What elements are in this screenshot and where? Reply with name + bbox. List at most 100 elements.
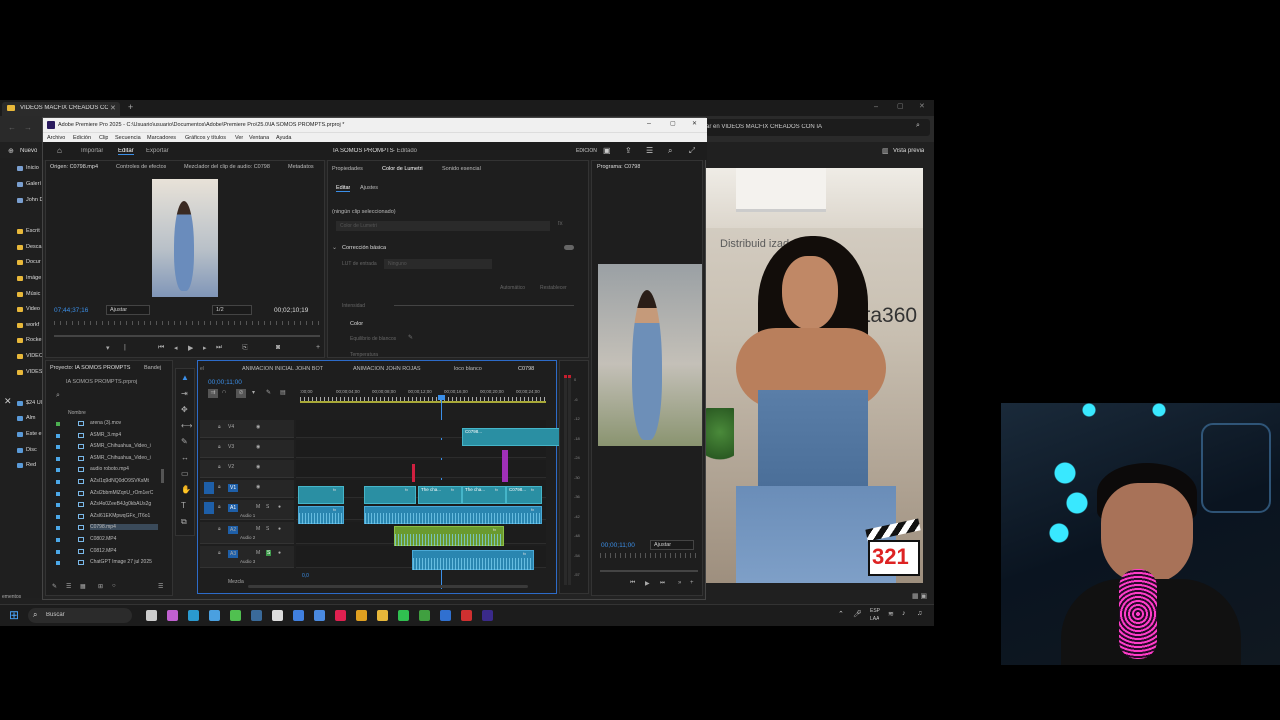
type-tool-icon[interactable]: T (181, 501, 186, 510)
list-item[interactable]: arena (3).mov (90, 420, 158, 426)
mute-icon[interactable]: M (256, 550, 260, 556)
list-item[interactable]: C0802.MP4 (90, 536, 158, 542)
tab-audio-mixer[interactable]: Mezclador del clip de audio: C0798 (184, 164, 270, 170)
intensity-slider[interactable] (394, 305, 574, 306)
menu-icon[interactable]: ☰ (646, 146, 653, 155)
work-area-bar[interactable] (300, 401, 546, 403)
lock-icon[interactable]: 🔒︎ (218, 484, 221, 490)
menu-item[interactable]: Secuencia (115, 135, 141, 141)
hand-tool-icon[interactable]: ✋ (181, 485, 191, 494)
notification-icon[interactable]: ♫ (917, 610, 922, 617)
task-icon[interactable] (314, 610, 325, 621)
new-item-icon[interactable]: ☰ (158, 583, 163, 590)
icon-view-icon[interactable]: ▦ (80, 583, 86, 590)
prog-more-icon[interactable]: » (678, 580, 681, 586)
home-icon[interactable]: ⌂ (57, 146, 62, 155)
source-patch[interactable] (204, 482, 214, 494)
eyedropper-icon[interactable]: ✎ (408, 334, 413, 341)
list-item[interactable]: AZsl2bbmMlZqnU_rOm1erC (90, 490, 158, 496)
mic-icon[interactable]: ● (278, 504, 281, 510)
step-back-icon[interactable]: ⏮ (158, 344, 164, 352)
tab-essential-sound[interactable]: Sonido esencial (442, 166, 481, 172)
tray-chevron-icon[interactable]: ⌃ (838, 610, 844, 618)
lock-icon[interactable]: 🔒︎ (218, 550, 221, 556)
lang-indicator-2[interactable]: LAA (870, 616, 879, 622)
timeline-timecode[interactable]: 00;00;11;00 (208, 379, 242, 386)
razor-tool-icon[interactable]: ✎ (181, 437, 188, 446)
track-label-a2[interactable]: A2 (228, 526, 239, 534)
clip-a1-2[interactable]: fx (364, 506, 542, 524)
clip-v1-4[interactable]: The cha... fx (462, 486, 506, 504)
auto-button[interactable]: Automático (500, 285, 525, 291)
ripple-edit-icon[interactable]: ✥ (181, 405, 188, 414)
steam-icon[interactable] (251, 610, 262, 621)
source-ratio[interactable]: 1/2 (212, 305, 252, 315)
tab-seq-1[interactable]: ANIMACION INICIAL JOHN BOT (242, 366, 323, 372)
tab-project[interactable]: Proyecto: IA SOMOS PROMPTS (50, 365, 132, 371)
maximize-icon[interactable]: ▢ (897, 102, 904, 110)
freeform-icon[interactable]: ⊞ (98, 583, 103, 590)
lock-icon[interactable]: 🔒︎ (218, 464, 221, 470)
store-icon[interactable] (209, 610, 220, 621)
mic-tray-icon[interactable]: 🎤︎ (853, 610, 862, 618)
prog-add-icon[interactable]: + (690, 580, 694, 586)
insert-icon[interactable]: ⎘ (242, 344, 248, 352)
mute-icon[interactable]: M (256, 526, 260, 532)
prog-step-forward-icon[interactable]: ⏭ (660, 580, 665, 587)
folder-tb-icon[interactable] (377, 610, 388, 621)
tab-seq-2[interactable]: ANIMACION JOHN ROJAS (353, 366, 421, 372)
forward-icon[interactable]: → (24, 123, 32, 132)
eye-icon[interactable]: ◉ (256, 484, 260, 490)
mic-icon[interactable]: ● (278, 550, 281, 556)
play-icon[interactable]: ▶ (188, 344, 193, 352)
search-pr-icon[interactable]: ⌕ (668, 146, 672, 156)
section-color[interactable]: Color (350, 321, 363, 327)
lock-icon[interactable]: 🔒︎ (218, 444, 221, 450)
side-close-icon[interactable]: ✕ (4, 396, 12, 407)
capcut-icon[interactable] (272, 610, 283, 621)
track-lane[interactable] (296, 460, 546, 478)
track-label-v3[interactable]: V3 (228, 444, 234, 450)
layout-icon[interactable]: ▣ (603, 146, 611, 155)
list-view-icon[interactable]: ☰ (66, 583, 71, 590)
section-basic-correction[interactable]: Corrección básica (342, 245, 386, 251)
subtab-adjust[interactable]: Ajustes (360, 185, 378, 191)
menu-item[interactable]: Edición (73, 135, 91, 141)
rolling-edit-icon[interactable]: ⟷ (181, 421, 192, 430)
list-item[interactable]: AZsl1q9dNQ0dO9SVKsMt (90, 478, 158, 484)
fx-icon[interactable]: fx (558, 221, 563, 227)
lut-select[interactable]: Ninguno (384, 259, 492, 269)
clip-marker-purple[interactable] (502, 450, 508, 482)
media-icon[interactable] (461, 610, 472, 621)
taskbar-search[interactable]: ⌕ Buscar (28, 608, 132, 623)
workspace-label[interactable]: EDICIÓN (576, 148, 597, 154)
clip-v1-3[interactable]: The cha... fx (418, 486, 462, 504)
browser2-icon[interactable] (293, 610, 304, 621)
mute-icon[interactable]: M (256, 504, 260, 510)
share-icon[interactable]: ⇪ (625, 146, 632, 155)
linked-icon[interactable]: ⊘ (236, 389, 246, 398)
program-scrubber[interactable] (600, 553, 698, 558)
list-item[interactable]: C0812.MP4 (90, 548, 158, 554)
source-timecode[interactable]: 07;44;37;16 (54, 307, 88, 314)
copilot-icon[interactable] (167, 610, 178, 621)
tab-seq-3[interactable]: loco blanco (454, 366, 482, 372)
list-item[interactable]: ASMR_Chihuahua_Video_i (90, 455, 158, 461)
track-label-v4[interactable]: V4 (228, 424, 234, 430)
misc-tool-icon[interactable]: ⧉ (181, 517, 187, 527)
preview-button[interactable]: Vista previa (893, 148, 924, 154)
source-zoom-bar[interactable] (54, 335, 320, 337)
menu-item[interactable]: Gráficos y títulos (185, 135, 226, 141)
mix-value[interactable]: 0,0 (302, 573, 309, 579)
tab-program[interactable]: Programa: C0798 (597, 164, 640, 170)
tab-source[interactable]: Origen: C0798.mp4 (50, 164, 98, 170)
source-patch[interactable] (204, 502, 214, 514)
clip-a2[interactable]: fx (394, 526, 504, 546)
program-timecode[interactable]: 00;00;11;00 (601, 542, 635, 549)
menu-item[interactable]: Ver (235, 135, 243, 141)
track-label-a1[interactable]: A1 (228, 504, 239, 512)
menu-item[interactable]: Ventana (249, 135, 269, 141)
chrome3-icon[interactable] (440, 610, 451, 621)
track-select-icon[interactable]: ⇥ (181, 389, 188, 398)
basic-toggle[interactable] (564, 245, 574, 250)
